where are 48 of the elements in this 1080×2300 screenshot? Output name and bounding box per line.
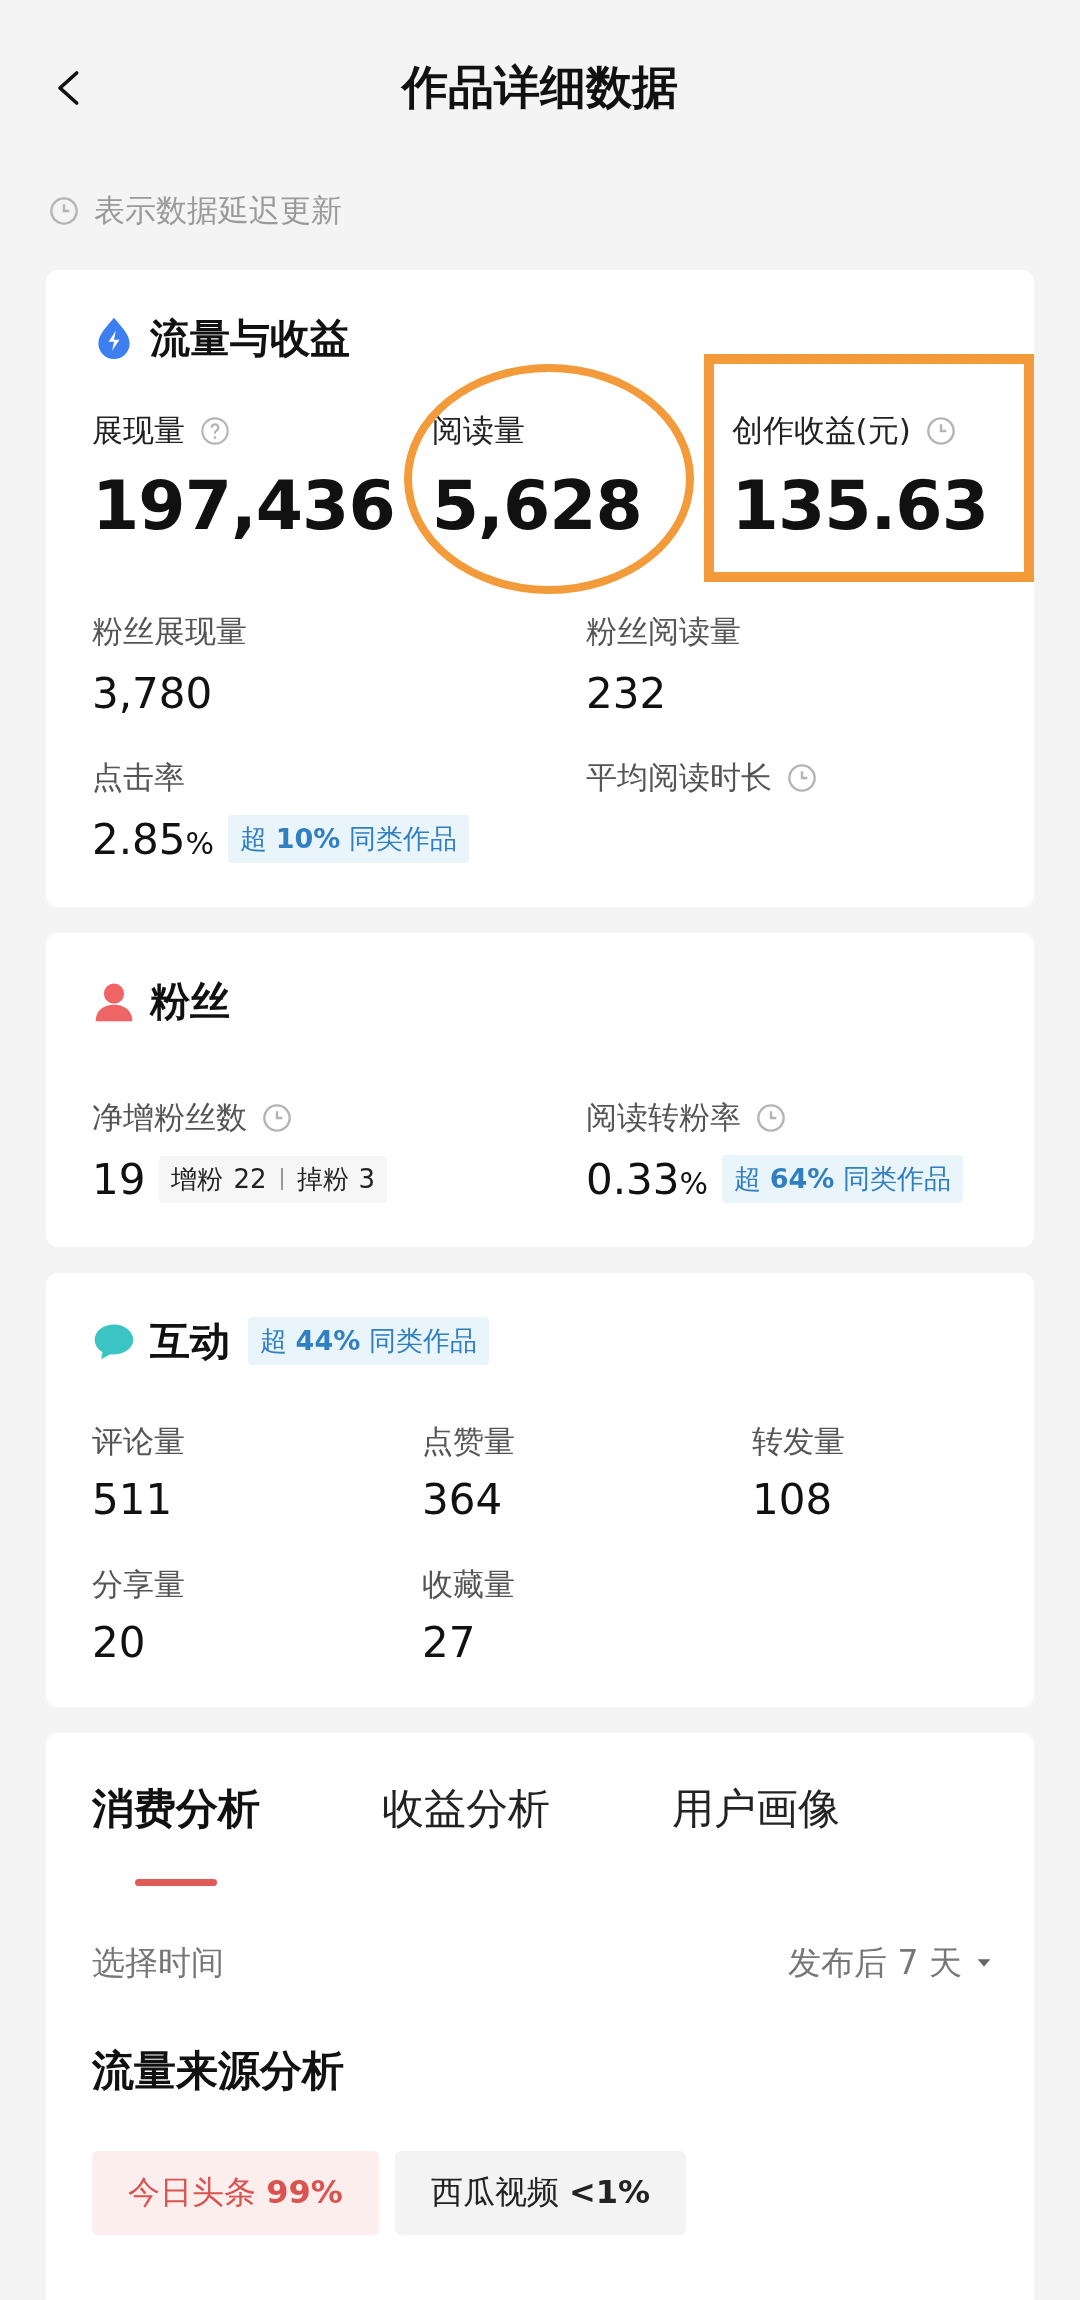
- clock-icon: [48, 195, 80, 227]
- metric-value: 135.63: [731, 466, 988, 545]
- metric-value: 232: [586, 668, 667, 718]
- source-tab[interactable]: 今日头条 99%: [92, 2151, 379, 2235]
- metric-value: 20: [92, 1618, 147, 1667]
- metric-label: 阅读转粉率: [586, 1098, 741, 1137]
- metric-label: 点击率: [92, 758, 185, 797]
- metric-label: 阅读量: [431, 411, 525, 450]
- metric-value: 0.33%: [586, 1154, 709, 1204]
- metric-label: 评论量: [92, 1422, 185, 1461]
- comparison-badge: 超 10% 同类作品: [228, 815, 469, 863]
- metric-label: 分享量: [92, 1565, 185, 1604]
- time-label: 选择时间: [92, 1941, 224, 1984]
- notice-text: 表示数据延迟更新: [94, 191, 342, 230]
- metric-value: 27: [422, 1618, 477, 1667]
- metric-value: 511: [92, 1475, 174, 1524]
- source-tab[interactable]: 西瓜视频 <1%: [394, 2151, 687, 2235]
- tab[interactable]: 用户画像: [672, 1781, 840, 1837]
- metric-value: 19: [92, 1154, 146, 1204]
- gain-label: 增粉: [171, 1162, 224, 1196]
- section-title: 流量与收益: [150, 313, 350, 363]
- comparison-badge: 超 44% 同类作品: [248, 1317, 489, 1365]
- tab[interactable]: 消费分析: [92, 1781, 260, 1886]
- metric-value: 197,436: [92, 466, 396, 545]
- metric-label: 净增粉丝数: [92, 1098, 247, 1137]
- metric-value: 108: [752, 1475, 834, 1524]
- section-title: 粉丝: [150, 976, 230, 1026]
- tab[interactable]: 收益分析: [382, 1781, 550, 1837]
- section-title: 流量来源分析: [92, 2045, 345, 2097]
- metric-value: 3,780: [92, 668, 213, 718]
- metric-value: 364: [422, 1475, 504, 1524]
- page-title: 作品详细数据: [402, 59, 678, 116]
- metric-label: 创作收益(元): [731, 411, 911, 450]
- comparison-badge: 超 64% 同类作品: [722, 1155, 963, 1203]
- metric-label: 点赞量: [422, 1422, 515, 1461]
- metric-label: 平均阅读时长: [586, 758, 772, 797]
- metric-label: 收藏量: [422, 1565, 515, 1604]
- gain-count: 22: [233, 1164, 267, 1194]
- metric-value: 2.85%: [92, 814, 215, 864]
- metric-label: 粉丝展现量: [92, 612, 247, 651]
- metric-label: 展现量: [92, 411, 185, 450]
- time-dropdown[interactable]: 发布后 7 天: [788, 1940, 994, 1986]
- metric-label: 粉丝阅读量: [586, 612, 741, 651]
- metric-label: 转发量: [752, 1422, 845, 1461]
- loss-count: 3: [358, 1164, 376, 1194]
- metric-value: 5,628: [431, 466, 643, 545]
- section-title: 互动: [150, 1316, 230, 1366]
- loss-label: 掉粉: [296, 1162, 349, 1196]
